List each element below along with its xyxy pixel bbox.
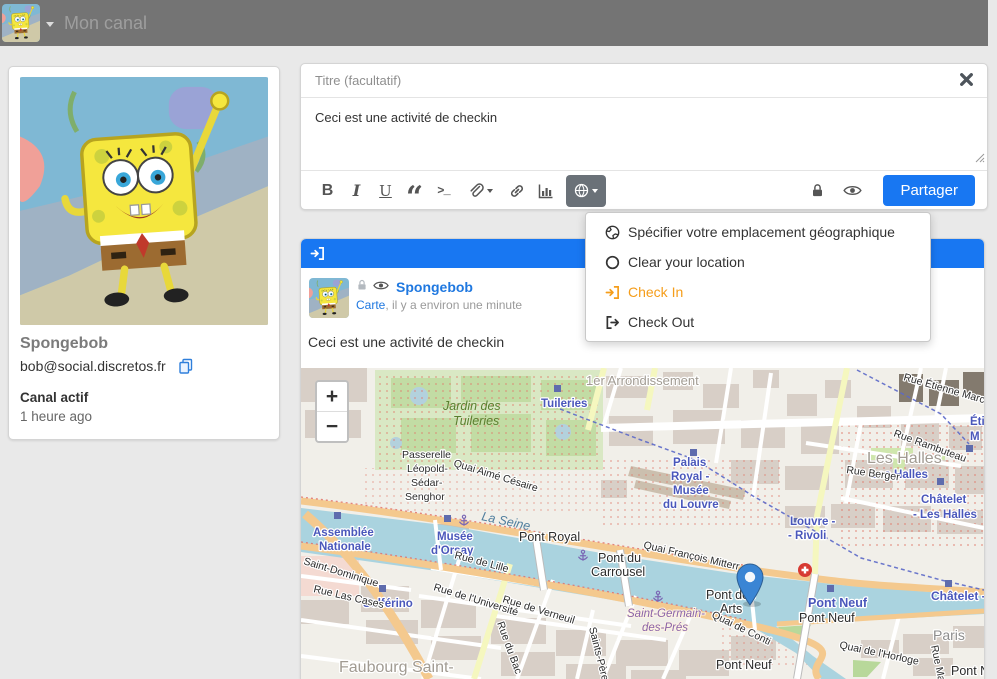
post-author-avatar[interactable] bbox=[309, 278, 349, 318]
map-label: Saint-Germain- bbox=[627, 608, 705, 620]
map-label: Paris bbox=[933, 627, 965, 643]
close-icon[interactable] bbox=[959, 72, 974, 92]
bar-chart-icon bbox=[538, 183, 554, 199]
menu-item-set-location[interactable]: Spécifier votre emplacement géographique bbox=[586, 217, 930, 247]
top-navbar: Mon canal bbox=[0, 0, 988, 46]
profile-photo[interactable] bbox=[19, 77, 269, 325]
map-label: Tuileries bbox=[541, 398, 587, 410]
channel-status-label: Canal actif bbox=[20, 390, 279, 405]
map-label: Louvre - bbox=[790, 516, 836, 528]
map-zoom-control: + − bbox=[315, 380, 349, 443]
map-label: des-Prés bbox=[642, 622, 688, 634]
map-label: Sédar- bbox=[411, 477, 443, 489]
bold-button[interactable]: B bbox=[313, 176, 342, 206]
preview-button[interactable] bbox=[838, 176, 867, 206]
quote-button[interactable]: “ bbox=[400, 169, 429, 213]
channel-menu-caret-icon[interactable] bbox=[46, 22, 54, 27]
composer-title-row bbox=[301, 64, 987, 98]
map-label: Pont du bbox=[598, 551, 641, 565]
hospital-icon bbox=[798, 563, 812, 577]
post-body-input[interactable]: Ceci est une activité de checkin bbox=[301, 98, 987, 170]
sign-out-icon bbox=[605, 315, 628, 330]
location-dropdown-menu: Spécifier votre emplacement géographique… bbox=[585, 212, 931, 342]
profile-address: bob@social.discretos.fr bbox=[20, 358, 166, 374]
circle-icon bbox=[605, 255, 628, 270]
post-timestamp: , il y a environ une minute bbox=[385, 298, 522, 312]
spongebob-photo-image bbox=[19, 77, 269, 325]
post-author-name[interactable]: Spongebob bbox=[396, 279, 473, 295]
sign-in-icon bbox=[605, 285, 628, 300]
attach-caret-icon bbox=[487, 189, 493, 193]
post-meta: Carte, il y a environ une minute bbox=[356, 298, 522, 312]
visibility-eye-icon[interactable] bbox=[373, 278, 389, 296]
profile-card: Spongebob bob@social.discretos.fr Canal … bbox=[8, 66, 280, 440]
map-label: Châtelet bbox=[921, 494, 967, 506]
map-label: Musée bbox=[673, 485, 709, 497]
zoom-in-button[interactable]: + bbox=[317, 382, 347, 411]
globe-icon bbox=[574, 183, 589, 198]
code-button[interactable]: >_ bbox=[429, 176, 458, 206]
sign-in-icon bbox=[310, 246, 325, 261]
attach-button[interactable] bbox=[458, 176, 502, 206]
checkin-map[interactable]: 1er Arrondissement Jardin des Tuileries … bbox=[301, 368, 984, 679]
composer-toolbar: B I U “ >_ Partager bbox=[301, 171, 987, 210]
map-label: Nationale bbox=[319, 541, 371, 553]
map-label: Pont Neuf bbox=[799, 611, 855, 625]
title-input[interactable] bbox=[301, 73, 947, 88]
map-label: Musée bbox=[437, 531, 473, 543]
profile-address-row: bob@social.discretos.fr bbox=[20, 358, 279, 374]
map-link[interactable]: Carte bbox=[356, 298, 385, 312]
map-label: Senghor bbox=[405, 491, 445, 503]
location-menu-button[interactable] bbox=[566, 175, 606, 207]
menu-item-check-in[interactable]: Check In bbox=[586, 277, 930, 307]
map-label: du Louvre bbox=[663, 499, 719, 511]
zoom-out-button[interactable]: − bbox=[317, 411, 347, 441]
share-button[interactable]: Partager bbox=[883, 175, 975, 206]
map-image: 1er Arrondissement Jardin des Tuileries … bbox=[301, 368, 984, 679]
post-composer: Ceci est une activité de checkin B I U “… bbox=[300, 63, 988, 210]
menu-item-clear-location[interactable]: Clear your location bbox=[586, 247, 930, 277]
location-caret-icon bbox=[592, 189, 598, 193]
map-label: Palais bbox=[673, 457, 706, 469]
copy-address-icon[interactable] bbox=[178, 358, 194, 374]
profile-name: Spongebob bbox=[20, 335, 279, 353]
spongebob-avatar-image bbox=[2, 4, 40, 42]
spongebob-avatar-image bbox=[309, 278, 349, 318]
map-label: Royal - bbox=[671, 471, 710, 483]
map-label: Pont Neuf bbox=[716, 658, 772, 672]
map-label: Passerelle bbox=[402, 449, 451, 461]
map-label: - Rivoli bbox=[788, 530, 826, 542]
map-label: Pont Royal bbox=[519, 530, 580, 544]
map-label: Carrousel bbox=[591, 565, 645, 579]
channel-title[interactable]: Mon canal bbox=[64, 13, 147, 34]
insert-link-button[interactable] bbox=[502, 176, 531, 206]
channel-avatar[interactable] bbox=[2, 4, 40, 42]
menu-item-check-out[interactable]: Check Out bbox=[586, 307, 930, 337]
italic-button[interactable]: I bbox=[342, 176, 371, 206]
map-label: Jardin des bbox=[442, 399, 501, 413]
resize-handle-icon[interactable] bbox=[975, 150, 985, 168]
composer-body-area: Ceci est une activité de checkin bbox=[301, 98, 987, 171]
map-label: Assemblée bbox=[313, 527, 374, 539]
map-label: Pont N bbox=[951, 664, 984, 678]
map-label: Pont Neuf bbox=[808, 596, 868, 610]
map-label: Faubourg Saint- bbox=[339, 659, 454, 676]
map-label: 1er Arrondissement bbox=[586, 373, 699, 388]
underline-button[interactable]: U bbox=[371, 176, 400, 206]
map-label: M bbox=[970, 431, 980, 443]
globe-icon bbox=[605, 225, 628, 240]
map-label: - Les Halles bbox=[913, 509, 977, 521]
permissions-lock-button[interactable] bbox=[803, 176, 832, 206]
private-lock-icon bbox=[356, 278, 368, 296]
lock-icon bbox=[810, 183, 825, 198]
eye-icon bbox=[843, 184, 862, 197]
map-label: Tuileries bbox=[453, 414, 499, 428]
channel-status-time: 1 heure ago bbox=[20, 409, 279, 424]
poll-button[interactable] bbox=[531, 176, 560, 206]
map-label: Châtelet - bbox=[931, 589, 984, 603]
paperclip-icon bbox=[468, 183, 484, 199]
map-label: Éti bbox=[970, 415, 984, 428]
map-label: Léopold- bbox=[407, 463, 448, 475]
link-icon bbox=[509, 183, 525, 199]
